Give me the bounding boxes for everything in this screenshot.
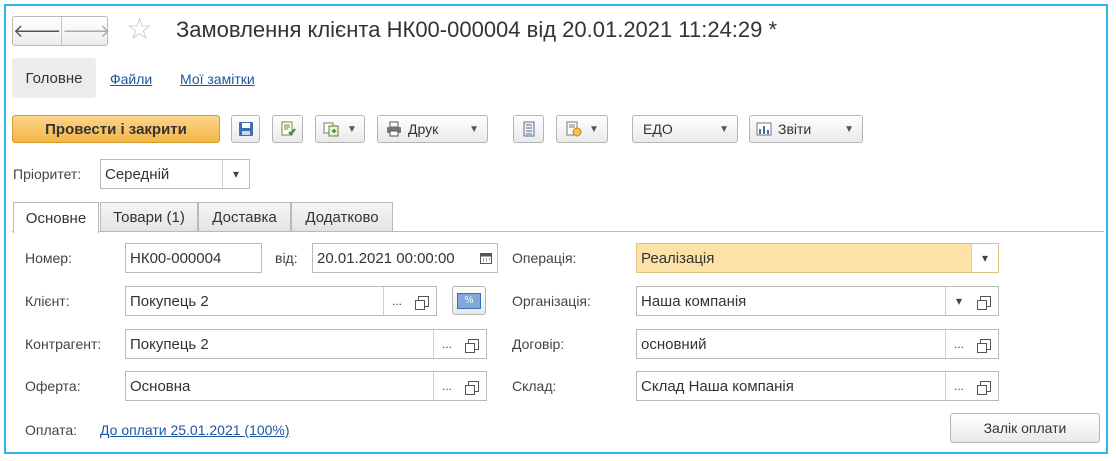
- counterparty-value: Покупець 2: [130, 335, 209, 353]
- reports-chart-icon: [756, 122, 772, 136]
- printer-icon: [387, 121, 401, 137]
- tab-main[interactable]: Основне: [13, 202, 99, 233]
- payment-link[interactable]: До оплати 25.01.2021 (100%): [100, 422, 290, 438]
- open-icon[interactable]: [460, 330, 486, 358]
- chevron-down-icon: ▼: [469, 123, 479, 135]
- chevron-down-icon: ▼: [844, 123, 854, 135]
- chevron-down-icon[interactable]: ▾: [971, 244, 998, 272]
- select-button[interactable]: ...: [383, 287, 410, 315]
- structure-button[interactable]: [513, 115, 544, 143]
- calendar-icon[interactable]: [475, 244, 497, 272]
- section-files[interactable]: Файли: [110, 71, 152, 87]
- select-button[interactable]: ...: [433, 372, 460, 400]
- arrow-left-icon: 🡐: [13, 20, 62, 41]
- client-field[interactable]: Покупець 2 ...: [125, 286, 437, 316]
- post-button[interactable]: [272, 115, 303, 143]
- print-button[interactable]: Друк ▼: [377, 115, 488, 143]
- tab-additional[interactable]: Додатково: [291, 202, 393, 232]
- priority-select[interactable]: Середній ▾: [100, 159, 250, 189]
- offer-value: Основна: [130, 377, 191, 395]
- back-button[interactable]: 🡐: [13, 17, 61, 45]
- floppy-disk-icon: [238, 122, 253, 136]
- section-notes[interactable]: Мої замітки: [180, 71, 255, 87]
- date-label: від:: [275, 250, 298, 266]
- operation-value: Реалізація: [641, 249, 715, 267]
- reports-button[interactable]: Звіти ▼: [749, 115, 863, 143]
- print-label: Друк: [408, 121, 439, 137]
- save-button[interactable]: [231, 115, 260, 143]
- priority-value: Середній: [105, 165, 170, 183]
- priority-label: Пріоритет:: [13, 166, 82, 182]
- discount-button[interactable]: %: [452, 286, 486, 315]
- payment-offset-button[interactable]: Залік оплати: [950, 413, 1100, 443]
- chevron-down-icon: ▼: [347, 123, 357, 135]
- select-button[interactable]: ...: [433, 330, 460, 358]
- organization-value: Наша компанія: [641, 292, 747, 310]
- select-button[interactable]: ...: [945, 330, 972, 358]
- counterparty-field[interactable]: Покупець 2 ...: [125, 329, 487, 359]
- warehouse-field[interactable]: Склад Наша компанія ...: [636, 371, 999, 401]
- warehouse-label: Склад:: [512, 378, 557, 394]
- chevron-down-icon: ▼: [589, 123, 599, 135]
- post-and-close-button[interactable]: Провести і закрити: [12, 115, 220, 143]
- related-documents-button[interactable]: ▼: [556, 115, 608, 143]
- open-icon[interactable]: [972, 330, 998, 358]
- chevron-down-icon[interactable]: ▾: [222, 160, 249, 188]
- forward-button[interactable]: 🡒: [61, 17, 111, 45]
- contract-value: основний: [641, 335, 707, 353]
- organization-label: Організація:: [512, 293, 591, 309]
- create-based-on-icon: [323, 122, 339, 137]
- create-based-on-button[interactable]: ▼: [315, 115, 365, 143]
- open-icon[interactable]: [460, 372, 486, 400]
- nav-buttons: 🡐 🡒: [12, 16, 111, 46]
- open-icon[interactable]: [972, 372, 998, 400]
- post-document-icon: [281, 121, 296, 136]
- date-value: 20.01.2021 00:00:00: [317, 249, 455, 267]
- discount-card-icon: %: [457, 292, 481, 309]
- chevron-down-icon[interactable]: ▾: [945, 287, 972, 315]
- edo-button[interactable]: ЕДО ▼: [632, 115, 738, 143]
- tab-delivery[interactable]: Доставка: [198, 202, 291, 232]
- chevron-down-icon: ▼: [719, 123, 729, 135]
- operation-label: Операція:: [512, 250, 577, 266]
- organization-field[interactable]: Наша компанія ▾: [636, 286, 999, 316]
- tab-goods[interactable]: Товари (1): [100, 202, 198, 232]
- reports-label: Звіти: [778, 121, 812, 137]
- select-button[interactable]: ...: [945, 372, 972, 400]
- contract-field[interactable]: основний ...: [636, 329, 999, 359]
- offer-field[interactable]: Основна ...: [125, 371, 487, 401]
- number-value: НК00-000004: [130, 249, 222, 267]
- contract-label: Договір:: [512, 336, 565, 352]
- offer-label: Оферта:: [25, 378, 81, 394]
- payment-label: Оплата:: [25, 422, 78, 438]
- related-documents-icon: [566, 121, 582, 137]
- date-field[interactable]: 20.01.2021 00:00:00: [312, 243, 498, 273]
- document-structure-icon: [523, 121, 534, 137]
- client-value: Покупець 2: [130, 292, 209, 310]
- warehouse-value: Склад Наша компанія: [641, 377, 794, 395]
- number-label: Номер:: [25, 250, 72, 266]
- open-icon[interactable]: [972, 287, 998, 315]
- arrow-right-icon: 🡒: [62, 20, 111, 41]
- open-icon[interactable]: [410, 287, 436, 315]
- page-title: Замовлення клієнта НК00-000004 від 20.01…: [176, 17, 778, 42]
- edo-label: ЕДО: [643, 121, 673, 137]
- counterparty-label: Контрагент:: [25, 336, 102, 352]
- number-field[interactable]: НК00-000004: [125, 243, 262, 273]
- favorite-star-icon[interactable]: ☆: [126, 14, 153, 46]
- operation-select[interactable]: Реалізація ▾: [636, 243, 999, 273]
- client-label: Клієнт:: [25, 293, 70, 309]
- section-main[interactable]: Головне: [12, 58, 96, 98]
- tab-divider: [12, 231, 1104, 232]
